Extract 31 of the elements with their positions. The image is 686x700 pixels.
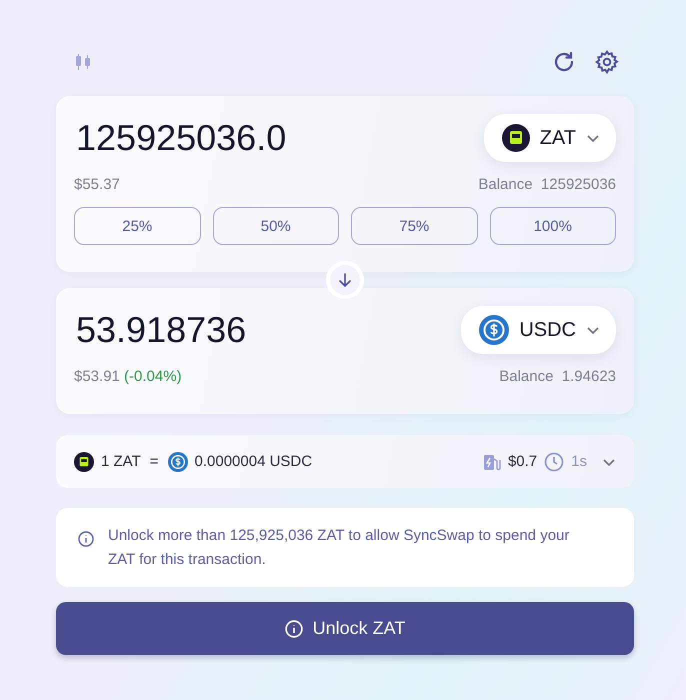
balance-text: Balance 125925036 — [478, 176, 616, 193]
time-estimate: 1s — [571, 453, 587, 470]
percent-button[interactable]: 100% — [490, 207, 616, 245]
info-icon — [78, 531, 94, 547]
token-logo-icon — [74, 452, 94, 472]
percent-button[interactable]: 75% — [351, 207, 478, 245]
equals-sign: = — [150, 453, 158, 470]
amount-input[interactable]: 125925036.0 — [76, 117, 286, 159]
rate-to: 0.0000004 USDC — [194, 453, 312, 470]
clock-icon — [544, 452, 564, 472]
token-selector[interactable]: USDC — [461, 306, 616, 354]
percent-button[interactable]: 25% — [74, 207, 200, 245]
dollar-coin-icon — [479, 315, 510, 345]
rate-bar[interactable]: 1 ZAT = 0.0000004 USDC $0.7 1s — [56, 435, 634, 488]
usd-value: $53.91 (-0.04%) — [74, 368, 182, 385]
notice-text: Unlock more than 125,925,036 ZAT to allow SyncSwap to spend your ZAT for this transaction. — [108, 526, 570, 570]
refresh-icon[interactable] — [552, 50, 576, 74]
settings-icon[interactable] — [594, 49, 620, 75]
info-icon — [284, 620, 303, 638]
percent-button[interactable]: 50% — [212, 207, 339, 245]
arrow-down-icon — [337, 272, 353, 288]
token-selector[interactable]: ZAT — [484, 114, 616, 162]
amount-output: 53.918736 — [76, 309, 246, 351]
token-logo-icon — [502, 124, 530, 152]
gas-fee: $0.7 — [508, 453, 538, 470]
usd-value: $55.37 — [74, 176, 120, 193]
balance-text: Balance 1.94623 — [499, 368, 616, 385]
fuel-pump-icon — [482, 452, 501, 470]
unlock-button[interactable]: Unlock ZAT — [56, 602, 634, 655]
dollar-coin-icon — [168, 452, 188, 472]
rate-from: 1 ZAT — [101, 453, 141, 470]
